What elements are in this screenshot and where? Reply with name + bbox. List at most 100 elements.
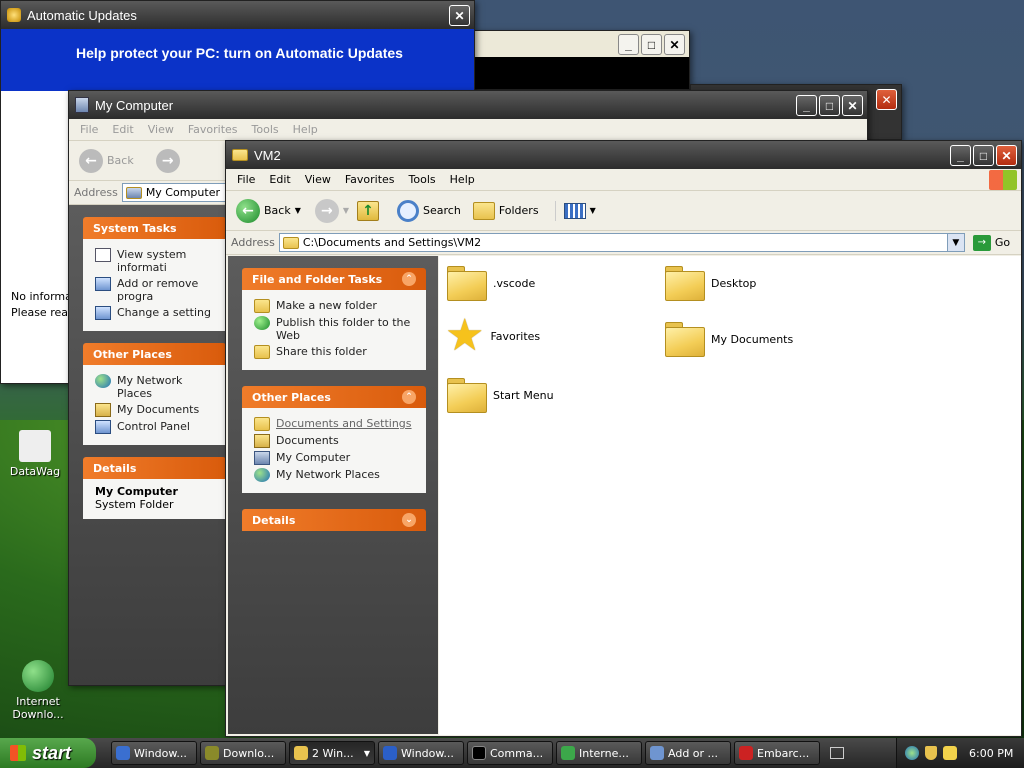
other-places-body: My Network Places My Documents Control P… xyxy=(83,365,226,445)
menu-tools[interactable]: Tools xyxy=(245,123,286,136)
folders-button[interactable]: Folders xyxy=(469,200,543,222)
menu-edit[interactable]: Edit xyxy=(262,173,297,186)
update-tray-icon[interactable] xyxy=(943,746,957,760)
forward-dropdown-icon[interactable]: ▼ xyxy=(343,206,349,215)
titlebar[interactable]: VM2 _ □ ✕ xyxy=(226,141,1021,169)
address-dropdown-icon[interactable]: ▼ xyxy=(946,234,964,251)
task-share-folder[interactable]: Share this folder xyxy=(254,345,416,359)
titlebar[interactable]: Automatic Updates ✕ xyxy=(1,1,474,29)
place-my-documents[interactable]: My Documents xyxy=(95,403,216,417)
details-header[interactable]: Details xyxy=(83,457,226,479)
task-pane: File and Folder Tasks ⌃ Make a new folder… xyxy=(228,256,438,734)
place-documents-and-settings[interactable]: Documents and Settings xyxy=(254,417,416,431)
menu-favorites[interactable]: Favorites xyxy=(181,123,245,136)
place-my-network-places[interactable]: My Network Places xyxy=(95,374,216,400)
place-label: My Network Places xyxy=(117,374,183,400)
taskbar-item[interactable]: 2 Win... ▼ xyxy=(289,741,375,765)
desktop-icon-internet-download[interactable]: Internet Downlo... xyxy=(3,660,73,721)
maximize-button[interactable]: □ xyxy=(641,34,662,55)
taskbar-item[interactable]: Interne... xyxy=(556,741,642,765)
window-title: Automatic Updates xyxy=(27,7,137,23)
updates-line: Please read xyxy=(11,306,75,319)
views-button[interactable]: ▼ xyxy=(554,200,600,221)
control-panel-icon xyxy=(95,420,111,434)
close-button[interactable]: ✕ xyxy=(664,34,685,55)
menu-edit[interactable]: Edit xyxy=(105,123,140,136)
collapse-chevron-icon[interactable]: ⌃ xyxy=(402,272,416,286)
file-item[interactable]: Start Menu xyxy=(447,378,554,413)
menu-file[interactable]: File xyxy=(73,123,105,136)
back-button[interactable]: ← Back xyxy=(75,147,138,175)
search-button[interactable]: Search xyxy=(393,198,465,224)
expand-chevron-icon[interactable]: ⌄ xyxy=(402,513,416,527)
menu-tools[interactable]: Tools xyxy=(402,173,443,186)
task-make-new-folder[interactable]: Make a new folder xyxy=(254,299,416,313)
security-shield-icon[interactable] xyxy=(925,746,937,760)
file-name: Favorites xyxy=(490,329,541,343)
task-add-remove-programs[interactable]: Add or remove progra xyxy=(95,277,216,303)
taskbar-item[interactable]: Add or ... xyxy=(645,741,731,765)
task-label: 2 Win... xyxy=(312,746,354,760)
menu-view[interactable]: View xyxy=(141,123,181,136)
taskbar-item[interactable]: Window... xyxy=(378,741,464,765)
console-titlebar[interactable]: _ □ ✕ xyxy=(471,31,689,57)
place-control-panel[interactable]: Control Panel xyxy=(95,420,216,434)
network-tray-icon[interactable] xyxy=(905,746,919,760)
forward-arrow-icon[interactable]: → xyxy=(314,198,339,223)
place-my-network-places[interactable]: My Network Places xyxy=(254,468,416,482)
file-item[interactable]: ★ Favorites xyxy=(445,314,541,358)
clock[interactable]: 6:00 PM xyxy=(969,747,1013,760)
keyboard-icon[interactable] xyxy=(830,747,844,759)
system-tasks-header[interactable]: System Tasks xyxy=(83,217,226,239)
forward-arrow-icon[interactable]: → xyxy=(155,148,180,173)
details-header[interactable]: Details ⌄ xyxy=(242,509,426,531)
start-button[interactable]: start xyxy=(0,738,96,768)
taskbar-item[interactable]: Downlo... xyxy=(200,741,286,765)
file-item[interactable]: My Documents xyxy=(665,322,793,357)
taskbar-item[interactable]: Window... xyxy=(111,741,197,765)
minimize-button[interactable]: _ xyxy=(796,95,817,116)
menu-file[interactable]: File xyxy=(230,173,262,186)
back-button[interactable]: ← Back ▼ xyxy=(232,197,305,225)
vm2-explorer-window[interactable]: VM2 _ □ ✕ File Edit View Favorites Tools… xyxy=(225,140,1022,737)
minimize-button[interactable]: _ xyxy=(950,145,971,166)
documents-icon xyxy=(95,403,111,417)
place-my-computer[interactable]: My Computer xyxy=(254,451,416,465)
minimize-button[interactable]: _ xyxy=(618,34,639,55)
menu-help[interactable]: Help xyxy=(443,173,482,186)
task-change-setting[interactable]: Change a setting xyxy=(95,306,216,320)
maximize-button[interactable]: □ xyxy=(819,95,840,116)
menu-help[interactable]: Help xyxy=(286,123,325,136)
collapse-chevron-icon[interactable]: ⌃ xyxy=(402,390,416,404)
task-publish-folder[interactable]: Publish this folder to the Web xyxy=(254,316,416,342)
back-dropdown-icon[interactable]: ▼ xyxy=(295,206,301,215)
panel-title: System Tasks xyxy=(93,221,177,235)
titlebar[interactable]: My Computer _ □ ✕ xyxy=(69,91,867,119)
console-window[interactable]: _ □ ✕ xyxy=(470,30,690,90)
desktop-icon-datawag[interactable]: DataWag xyxy=(0,430,70,478)
up-folder-button[interactable]: ↑ xyxy=(353,199,383,223)
taskbar-item[interactable]: Embarc... xyxy=(734,741,820,765)
place-documents[interactable]: Documents xyxy=(254,434,416,448)
embarcadero-icon xyxy=(739,746,753,760)
taskbar-item[interactable]: Comma... xyxy=(467,741,553,765)
close-button[interactable]: ✕ xyxy=(842,95,863,116)
updates-banner: Help protect your PC: turn on Automatic … xyxy=(1,29,474,91)
menu-view[interactable]: View xyxy=(298,173,338,186)
address-field[interactable]: C:\Documents and Settings\VM2 ▼ xyxy=(278,233,965,252)
maximize-button[interactable]: □ xyxy=(973,145,994,166)
other-places-header[interactable]: Other Places xyxy=(83,343,226,365)
close-button[interactable]: ✕ xyxy=(876,89,897,110)
file-name: .vscode xyxy=(493,276,536,290)
go-button[interactable]: → Go xyxy=(969,233,1014,253)
file-item[interactable]: .vscode xyxy=(447,266,536,301)
file-item[interactable]: Desktop xyxy=(665,266,756,301)
address-field[interactable]: My Computer xyxy=(121,183,242,202)
file-folder-tasks-header[interactable]: File and Folder Tasks ⌃ xyxy=(242,268,426,290)
other-places-header[interactable]: Other Places ⌃ xyxy=(242,386,426,408)
close-button[interactable]: ✕ xyxy=(996,145,1017,166)
menu-favorites[interactable]: Favorites xyxy=(338,173,402,186)
task-view-system-info[interactable]: View system informati xyxy=(95,248,216,274)
close-button[interactable]: ✕ xyxy=(449,5,470,26)
place-label: My Computer xyxy=(276,451,351,464)
